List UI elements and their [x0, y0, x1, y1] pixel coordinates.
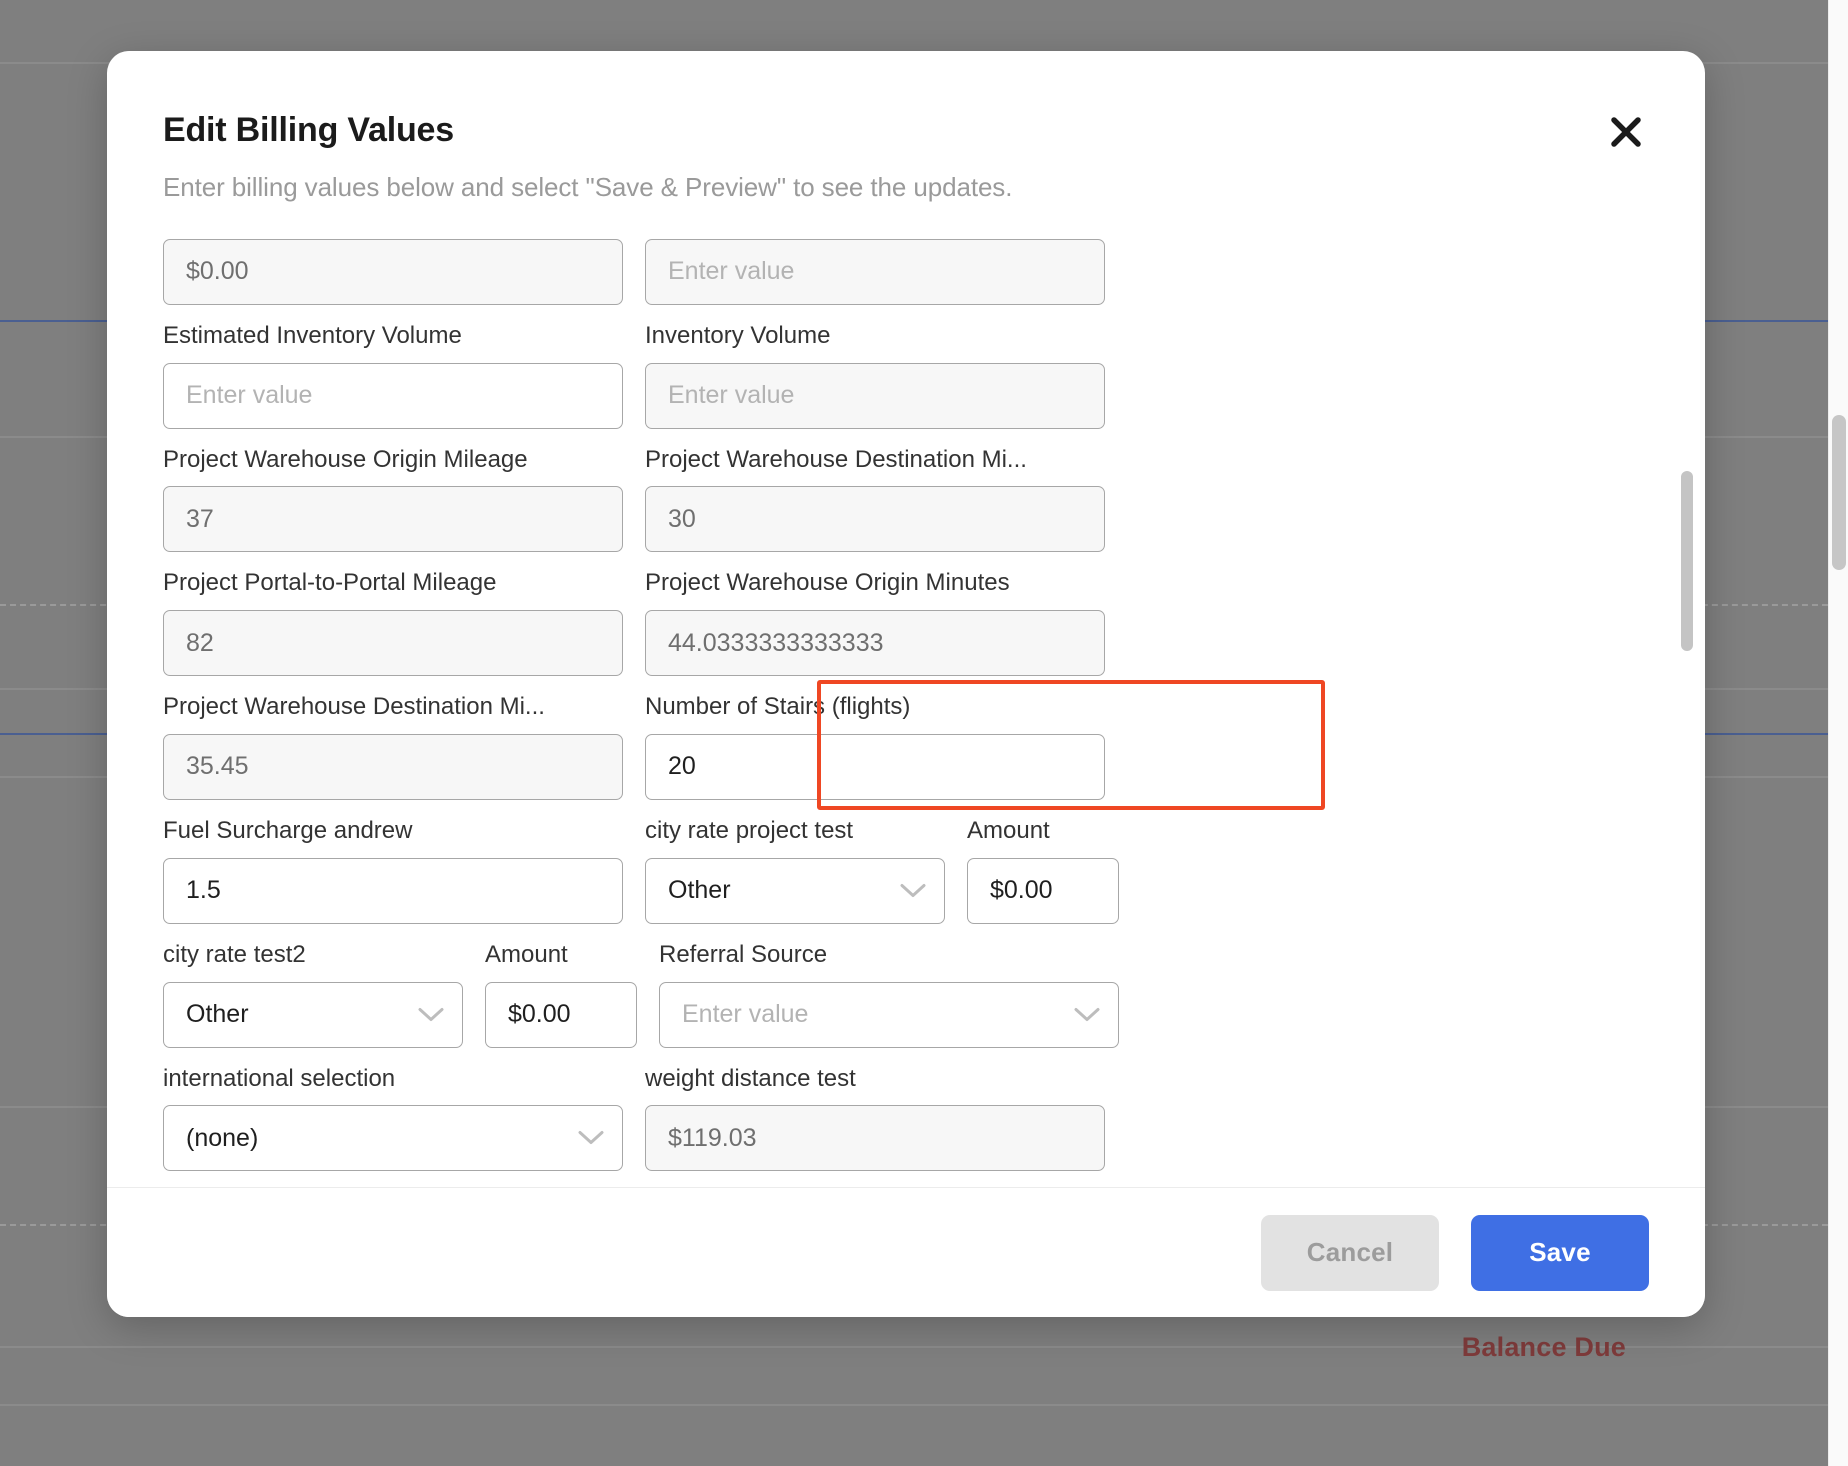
form-field-city-rate-test2: city rate test2 Other: [163, 938, 463, 1048]
field-label-project-warehouse-origin-minutes: Project Warehouse Origin Minutes: [645, 569, 1010, 597]
field-label-fuel-surcharge-andrew: Fuel Surcharge andrew: [163, 816, 413, 844]
form-row: international selection (none) weight dist…: [163, 1062, 1649, 1172]
field-value-field: $0.00: [186, 257, 249, 286]
form-field-project-portal-to-portal-mileage: Project Portal-to-Portal Mileage 82: [163, 566, 623, 677]
save-button[interactable]: Save: [1471, 1214, 1649, 1291]
chevron-down-icon: [1074, 1000, 1100, 1029]
field-label-project-warehouse-destination-mi: Project Warehouse Destination Mi...: [645, 445, 1027, 473]
form-field-estimated-inventory-volume: Estimated Inventory Volume Enter value: [163, 319, 623, 429]
close-icon[interactable]: [1603, 109, 1649, 155]
input-inventory-volume[interactable]: Enter value: [645, 362, 1105, 429]
select-city-rate-project-test[interactable]: Other: [645, 857, 945, 924]
cancel-button[interactable]: Cancel: [1261, 1214, 1439, 1291]
field-value-fuel-surcharge-andrew: 1.5: [186, 876, 221, 905]
form-field-city-rate-project-test: city rate project test Other: [645, 814, 945, 924]
field-label-city-rate-test2: city rate test2: [163, 940, 306, 968]
dialog-header: Edit Billing Values Enter billing values…: [107, 51, 1705, 223]
form-row: Estimated Inventory Volume Enter value Inv…: [163, 319, 1649, 429]
field-label-city-rate-project-test: city rate project test: [645, 816, 854, 844]
input-project-portal-to-portal-mileage[interactable]: 82: [163, 610, 623, 677]
field-value-amount: $0.00: [508, 1000, 571, 1029]
form-row: Fuel Surcharge andrew 1.5 city rate projec…: [163, 814, 1649, 924]
select-international-selection[interactable]: (none): [163, 1105, 623, 1172]
field-value-project-portal-to-portal-mileage: 82: [186, 628, 214, 657]
form-field-project-warehouse-destination-mi: Project Warehouse Destination Mi... 30: [645, 443, 1105, 553]
input-field[interactable]: $0.00: [163, 238, 623, 305]
form-field-weight-distance-test: weight distance test $119.03: [645, 1062, 1105, 1172]
dialog-subtitle: Enter billing values below and select "S…: [163, 172, 1013, 202]
field-label-project-warehouse-destination-mi: Project Warehouse Destination Mi...: [163, 693, 545, 721]
input-project-warehouse-destination-mi[interactable]: 35.45: [163, 733, 623, 800]
field-label-weight-distance-test: weight distance test: [645, 1064, 856, 1092]
edit-billing-values-dialog: Edit Billing Values Enter billing values…: [107, 51, 1705, 1317]
form-field-project-warehouse-origin-minutes: Project Warehouse Origin Minutes 44.03333…: [645, 566, 1105, 677]
form-field-project-warehouse-destination-mi: Project Warehouse Destination Mi... 35.45: [163, 690, 623, 800]
form-field-amount: Amount $0.00: [485, 938, 637, 1048]
chevron-down-icon: [418, 1000, 444, 1029]
field-value-estimated-inventory-volume: Enter value: [186, 381, 313, 410]
billing-values-form: $0.00 Enter value Estimated Inventory Vol…: [107, 231, 1705, 1185]
field-label-number-of-stairs-flights: Number of Stairs (flights): [645, 693, 911, 721]
input-fuel-surcharge-andrew[interactable]: 1.5: [163, 857, 623, 924]
dialog-scroll-viewport: $0.00 Enter value Estimated Inventory Vol…: [107, 231, 1705, 1187]
field-label-inventory-volume: Inventory Volume: [645, 321, 831, 349]
form-row: Project Warehouse Origin Mileage 37 Projec…: [163, 443, 1649, 553]
form-row: Project Warehouse Destination Mi... 35.45…: [163, 680, 1649, 811]
field-value-project-warehouse-origin-mileage: 37: [186, 504, 214, 533]
field-value-amount: $0.00: [990, 876, 1053, 905]
chevron-down-icon: [900, 876, 926, 905]
select-city-rate-test2[interactable]: Other: [163, 981, 463, 1048]
form-field-field: $0.00: [163, 231, 623, 305]
form-field-amount: Amount $0.00: [967, 814, 1119, 924]
input-project-warehouse-destination-mi[interactable]: 30: [645, 486, 1105, 553]
form-row: $0.00 Enter value: [163, 231, 1649, 305]
form-field-field: Enter value: [645, 231, 1105, 305]
input-amount[interactable]: $0.00: [485, 981, 637, 1048]
page-vertical-scrollbar[interactable]: [1828, 0, 1848, 1466]
field-value-inventory-volume: Enter value: [668, 381, 795, 410]
field-value-weight-distance-test: $119.03: [668, 1123, 757, 1152]
field-label-amount: Amount: [485, 940, 568, 968]
form-field-inventory-volume: Inventory Volume Enter value: [645, 319, 1105, 429]
form-field-international-selection: international selection (none): [163, 1062, 623, 1172]
form-row: city rate test2 Other Amount $0.00 Referral …: [163, 938, 1649, 1048]
input-project-warehouse-origin-mileage[interactable]: 37: [163, 486, 623, 553]
input-amount[interactable]: $0.00: [967, 857, 1119, 924]
field-label-estimated-inventory-volume: Estimated Inventory Volume: [163, 321, 462, 349]
form-field-referral-source: Referral Source Enter value: [659, 938, 1119, 1048]
field-label-referral-source: Referral Source: [659, 940, 828, 968]
select-referral-source[interactable]: Enter value: [659, 981, 1119, 1048]
form-field-fuel-surcharge-andrew: Fuel Surcharge andrew 1.5: [163, 814, 623, 924]
input-number-of-stairs-flights[interactable]: 20: [645, 733, 1105, 800]
input-estimated-inventory-volume[interactable]: Enter value: [163, 362, 623, 429]
form-field-number-of-stairs-flights: Number of Stairs (flights) 20: [645, 690, 1105, 800]
input-weight-distance-test[interactable]: $119.03: [645, 1105, 1105, 1172]
modal-scrollbar-thumb[interactable]: [1681, 471, 1693, 651]
background-balance-due-label: Balance Due: [1461, 1332, 1626, 1362]
field-value-field: Enter value: [668, 257, 795, 286]
chevron-down-icon: [578, 1124, 604, 1153]
field-label-project-portal-to-portal-mileage: Project Portal-to-Portal Mileage: [163, 569, 497, 597]
field-value-international-selection: (none): [186, 1123, 259, 1152]
page-scrollbar-thumb[interactable]: [1832, 415, 1846, 570]
field-label-amount: Amount: [967, 816, 1050, 844]
field-label-project-warehouse-origin-mileage: Project Warehouse Origin Mileage: [163, 445, 528, 473]
field-label-international-selection: international selection: [163, 1064, 396, 1092]
field-value-referral-source: Enter value: [682, 1000, 809, 1029]
field-value-city-rate-test2: Other: [186, 1000, 249, 1029]
dialog-title: Edit Billing Values: [163, 111, 454, 149]
modal-vertical-scrollbar[interactable]: [1681, 231, 1693, 1187]
field-value-project-warehouse-destination-mi: 30: [668, 504, 696, 533]
dialog-footer: Cancel Save: [107, 1187, 1705, 1317]
input-field[interactable]: Enter value: [645, 238, 1105, 305]
input-project-warehouse-origin-minutes[interactable]: 44.0333333333333: [645, 610, 1105, 677]
field-value-city-rate-project-test: Other: [668, 876, 731, 905]
field-value-project-warehouse-destination-mi: 35.45: [186, 752, 249, 781]
field-value-number-of-stairs-flights: 20: [668, 752, 696, 781]
form-row: Project Portal-to-Portal Mileage 82 Projec…: [163, 566, 1649, 677]
background-divider-10: [0, 1404, 1848, 1406]
form-field-project-warehouse-origin-mileage: Project Warehouse Origin Mileage 37: [163, 443, 623, 553]
field-value-project-warehouse-origin-minutes: 44.0333333333333: [668, 628, 884, 657]
